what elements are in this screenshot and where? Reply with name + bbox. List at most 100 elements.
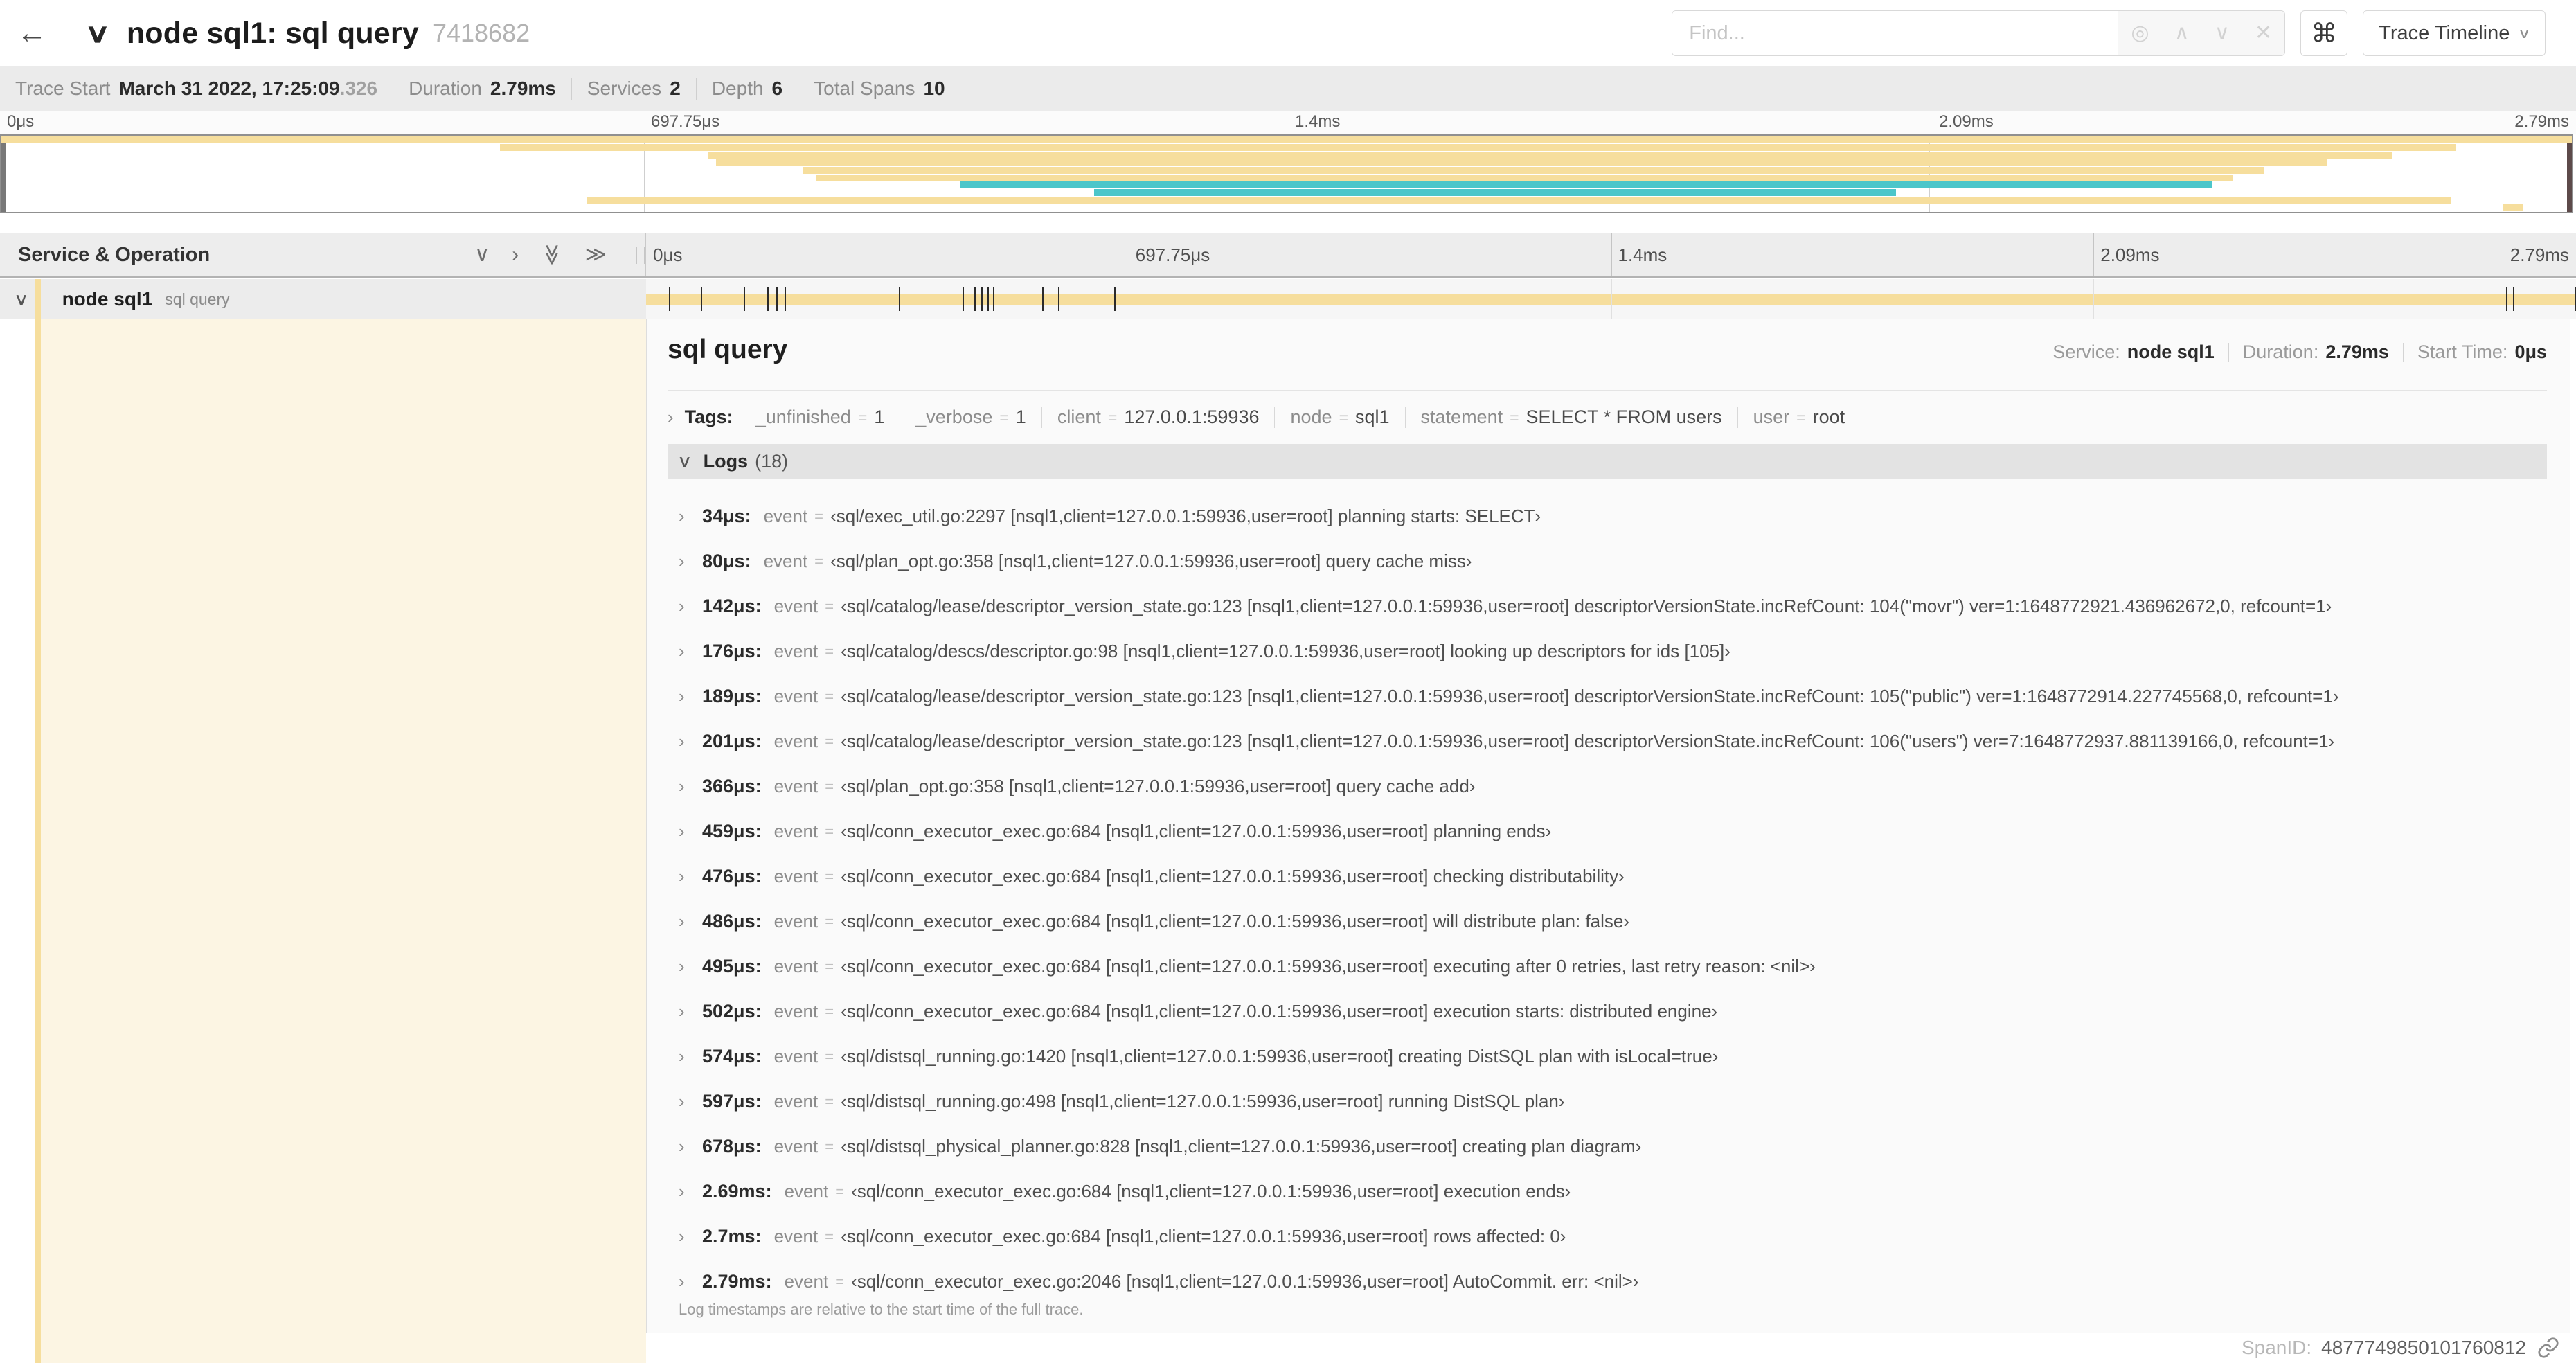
log-event-key: event	[773, 1226, 819, 1247]
clear-search-icon[interactable]: ✕	[2255, 23, 2272, 44]
locate-icon[interactable]: ◎	[2131, 23, 2149, 44]
log-event-key: event	[773, 956, 819, 977]
log-toggle-chevron-icon[interactable]: ›	[679, 1046, 702, 1067]
trace-collapse-chevron-icon[interactable]: ∨	[84, 18, 111, 49]
log-row[interactable]: › 366μs: event = ‹sql/plan_opt.go:358 [nsql1…	[679, 764, 2547, 809]
log-toggle-chevron-icon[interactable]: ›	[679, 821, 702, 842]
span-row: ∨ node sql1 sql query	[0, 279, 2576, 319]
log-row[interactable]: › 574μs: event = ‹sql/distsql_running.go:142…	[679, 1034, 2547, 1079]
detail-service-value: node sql1	[2127, 341, 2215, 362]
log-marker-tick[interactable]	[974, 287, 976, 311]
tag-item: user = root	[1737, 407, 1861, 428]
column-resizer-grip[interactable]	[636, 247, 645, 264]
log-toggle-chevron-icon[interactable]: ›	[679, 776, 702, 797]
log-toggle-chevron-icon[interactable]: ›	[679, 956, 702, 977]
log-marker-tick[interactable]	[2512, 287, 2514, 311]
log-row[interactable]: › 201μs: event = ‹sql/catalog/lease/descript…	[679, 719, 2547, 764]
log-marker-tick[interactable]	[987, 287, 990, 311]
tags-toggle-chevron-icon[interactable]: ›	[668, 407, 674, 428]
log-toggle-chevron-icon[interactable]: ›	[679, 686, 702, 707]
span-row-name-column[interactable]: ∨ node sql1 sql query	[0, 279, 646, 319]
log-equals: =	[825, 1092, 834, 1110]
minimap-span-bar	[708, 151, 2392, 159]
log-marker-tick[interactable]	[669, 287, 670, 311]
log-timestamp: 2.79ms:	[702, 1271, 772, 1292]
collapse-one-level-icon[interactable]: ›	[512, 244, 519, 265]
log-toggle-chevron-icon[interactable]: ›	[679, 506, 702, 527]
keyboard-shortcuts-button[interactable]: ⌘	[2300, 10, 2348, 56]
log-marker-tick[interactable]	[981, 287, 983, 311]
log-row[interactable]: › 597μs: event = ‹sql/distsql_running.go:498…	[679, 1079, 2547, 1124]
log-marker-tick[interactable]	[776, 287, 778, 311]
log-timestamp: 142μs:	[702, 596, 762, 616]
log-marker-tick[interactable]	[992, 287, 994, 311]
log-toggle-chevron-icon[interactable]: ›	[679, 596, 702, 617]
find-input[interactable]	[1672, 11, 2118, 55]
back-button[interactable]: ←	[0, 0, 64, 66]
tags-row[interactable]: › Tags: _unfinished = 1 _verbose = 1 client = 12…	[668, 407, 2547, 428]
log-marker-tick[interactable]	[700, 287, 702, 311]
tag-key: _verbose	[915, 407, 993, 427]
page-title: node sql1: sql query	[126, 16, 419, 50]
log-toggle-chevron-icon[interactable]: ›	[679, 551, 702, 572]
trace-view-select[interactable]: Trace Timeline ∨	[2363, 10, 2546, 56]
logs-toggle-chevron-icon[interactable]: ∨	[677, 452, 692, 472]
log-marker-tick[interactable]	[767, 287, 769, 311]
log-toggle-chevron-icon[interactable]: ›	[679, 1181, 702, 1202]
span-detail-header: sql query Service: node sql1 Duration: 2…	[668, 335, 2547, 365]
log-marker-tick[interactable]	[1058, 287, 1060, 311]
log-marker-tick[interactable]	[963, 287, 965, 311]
log-row[interactable]: › 476μs: event = ‹sql/conn_executor_exec.go:…	[679, 854, 2547, 899]
log-equals: =	[835, 1182, 845, 1200]
log-toggle-chevron-icon[interactable]: ›	[679, 1091, 702, 1112]
log-row[interactable]: › 2.79ms: event = ‹sql/conn_executor_exec.go…	[679, 1259, 2547, 1304]
log-toggle-chevron-icon[interactable]: ›	[679, 731, 702, 752]
log-toggle-chevron-icon[interactable]: ›	[679, 1136, 702, 1157]
timeline-tick-label: 2.09ms	[2100, 244, 2160, 265]
log-toggle-chevron-icon[interactable]: ›	[679, 1226, 702, 1247]
log-row[interactable]: › 142μs: event = ‹sql/catalog/lease/descript…	[679, 584, 2547, 629]
expand-all-icon[interactable]: ≫	[541, 244, 564, 265]
tag-value: SELECT * FROM users	[1526, 407, 1722, 427]
log-event-key: event	[784, 1271, 829, 1292]
log-row[interactable]: › 2.7ms: event = ‹sql/conn_executor_exec.go:…	[679, 1214, 2547, 1259]
log-toggle-chevron-icon[interactable]: ›	[679, 641, 702, 662]
link-icon[interactable]	[2537, 1337, 2559, 1359]
log-marker-tick[interactable]	[2505, 287, 2507, 311]
log-marker-tick[interactable]	[784, 287, 786, 311]
log-row[interactable]: › 176μs: event = ‹sql/catalog/descs/descript…	[679, 629, 2547, 674]
log-event-message: ‹sql/catalog/lease/descriptor_version_st…	[841, 686, 2339, 706]
log-row[interactable]: › 80μs: event = ‹sql/plan_opt.go:358 [nsql1,…	[679, 539, 2547, 584]
log-row[interactable]: › 678μs: event = ‹sql/distsql_physical_plann…	[679, 1124, 2547, 1169]
prev-match-icon[interactable]: ∧	[2174, 23, 2190, 44]
collapse-all-icon[interactable]: ≫	[585, 244, 607, 265]
log-toggle-chevron-icon[interactable]: ›	[679, 866, 702, 887]
span-row-timeline[interactable]	[646, 279, 2576, 319]
log-row[interactable]: › 34μs: event = ‹sql/exec_util.go:2297 [nsql…	[679, 494, 2547, 539]
log-row[interactable]: › 2.69ms: event = ‹sql/conn_executor_exec.go…	[679, 1169, 2547, 1214]
log-row[interactable]: › 459μs: event = ‹sql/conn_executor_exec.go:…	[679, 809, 2547, 854]
log-marker-tick[interactable]	[1042, 287, 1044, 311]
log-marker-tick[interactable]	[1114, 287, 1116, 311]
log-row[interactable]: › 495μs: event = ‹sql/conn_executor_exec.go:…	[679, 944, 2547, 989]
next-match-icon[interactable]: ∨	[2215, 23, 2230, 44]
log-toggle-chevron-icon[interactable]: ›	[679, 1271, 702, 1292]
log-timestamp: 2.69ms:	[702, 1181, 772, 1202]
expand-one-level-icon[interactable]: ∨	[474, 244, 490, 265]
log-timestamp: 502μs:	[702, 1001, 762, 1022]
log-marker-tick[interactable]	[898, 287, 900, 311]
timeline-gridline	[2093, 233, 2095, 276]
tag-item: client = 127.0.0.1:59936	[1041, 407, 1275, 428]
minimap-span-graph[interactable]	[0, 134, 2573, 213]
log-marker-tick[interactable]	[743, 287, 745, 311]
log-toggle-chevron-icon[interactable]: ›	[679, 1001, 702, 1022]
log-row[interactable]: › 486μs: event = ‹sql/conn_executor_exec.go:…	[679, 899, 2547, 944]
span-operation-name: sql query	[165, 289, 230, 308]
logs-header[interactable]: ∨ Logs (18)	[668, 444, 2547, 479]
log-row[interactable]: › 189μs: event = ‹sql/catalog/lease/descript…	[679, 674, 2547, 719]
minimap-left-scrubber[interactable]	[1, 136, 6, 212]
span-collapse-chevron-icon[interactable]: ∨	[14, 289, 29, 310]
log-row[interactable]: › 502μs: event = ‹sql/conn_executor_exec.go:…	[679, 989, 2547, 1034]
log-toggle-chevron-icon[interactable]: ›	[679, 911, 702, 932]
minimap-right-scrubber[interactable]	[2567, 136, 2572, 212]
